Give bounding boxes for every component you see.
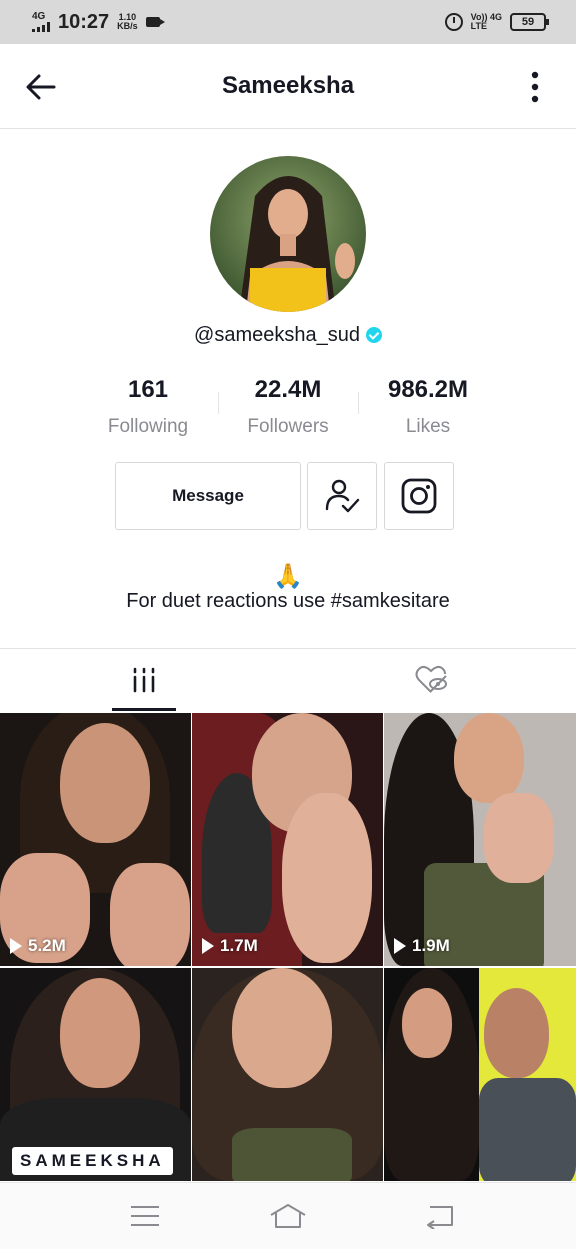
- network-indicator: 4G: [32, 12, 50, 32]
- bio-text: For duet reactions use #samkesitare: [126, 590, 450, 612]
- videos-grid-icon: [133, 667, 155, 693]
- play-icon: [10, 938, 22, 954]
- stat-label: Likes: [405, 416, 451, 437]
- data-speed: 1.10 KB/s: [117, 12, 138, 31]
- signal-icon: [32, 22, 50, 32]
- avatar-photo: [210, 156, 366, 312]
- view-count: 1.9M: [394, 936, 450, 956]
- home-icon: [270, 1204, 306, 1228]
- tab-liked[interactable]: [288, 649, 576, 711]
- stat-label: Following: [107, 416, 189, 437]
- play-icon: [394, 938, 406, 954]
- system-nav-bar: [0, 1182, 576, 1249]
- stat-label: Followers: [247, 416, 329, 437]
- active-tab-indicator: [112, 708, 176, 711]
- back-nav-icon: [427, 1206, 453, 1230]
- video-thumbnail[interactable]: [384, 968, 576, 1181]
- alarm-icon: [444, 13, 463, 31]
- stat-followers[interactable]: 22.4M Followers: [218, 376, 358, 438]
- status-left: 4G 10:27 1.10 KB/s: [32, 8, 165, 36]
- network-type: 4G: [32, 11, 46, 22]
- video-thumbnail[interactable]: 1.7M: [192, 713, 383, 966]
- video-thumbnail[interactable]: SAMEEKSHA: [0, 968, 191, 1181]
- profile-header: Sameeksha: [0, 44, 576, 129]
- avatar[interactable]: [210, 156, 366, 312]
- liked-private-icon: [415, 665, 447, 693]
- video-grid: 5.2M 1.7M 1.9M SAMEEKSHA: [0, 713, 576, 1181]
- video-thumbnail[interactable]: 1.9M: [384, 713, 576, 966]
- message-button[interactable]: Message: [115, 462, 301, 530]
- video-caption: SAMEEKSHA: [12, 1147, 173, 1175]
- play-icon: [202, 938, 214, 954]
- view-count: 1.7M: [202, 936, 258, 956]
- home-button[interactable]: [268, 1203, 308, 1229]
- bio-emoji: 🙏: [273, 563, 303, 590]
- recents-button[interactable]: [125, 1203, 165, 1229]
- stat-likes[interactable]: 986.2M Likes: [358, 376, 498, 438]
- instagram-button[interactable]: [384, 462, 454, 530]
- status-bar: 4G 10:27 1.10 KB/s Vo)) 4G LTE 59: [0, 0, 576, 44]
- menu-icon: [131, 1206, 159, 1226]
- user-check-icon: [325, 479, 360, 513]
- view-count: 5.2M: [10, 936, 66, 956]
- back-nav-button[interactable]: [420, 1203, 460, 1230]
- username: @sameeksha_sud: [0, 324, 576, 347]
- video-camera-icon: [145, 17, 165, 27]
- status-right: Vo)) 4G LTE 59: [444, 8, 549, 36]
- volte-indicator: Vo)) 4G LTE: [470, 12, 502, 31]
- stat-following[interactable]: 161 Following: [78, 376, 218, 438]
- video-thumbnail[interactable]: 5.2M: [0, 713, 191, 966]
- stat-value: 161: [127, 376, 169, 403]
- more-options-button[interactable]: [520, 70, 550, 104]
- video-thumbnail[interactable]: [192, 968, 383, 1181]
- tab-videos[interactable]: [0, 649, 288, 711]
- instagram-icon: [401, 478, 437, 514]
- page-title: Sameeksha: [221, 72, 355, 99]
- clock: 10:27: [58, 10, 110, 33]
- stat-value: 986.2M: [387, 376, 469, 403]
- stat-value: 22.4M: [254, 376, 322, 403]
- more-vertical-icon: [531, 71, 539, 103]
- username-text: @sameeksha_sud: [194, 324, 360, 346]
- message-button-label: Message: [172, 486, 244, 505]
- following-status-button[interactable]: [307, 462, 377, 530]
- verified-badge-icon: [365, 327, 382, 343]
- battery-icon: 59: [510, 13, 549, 31]
